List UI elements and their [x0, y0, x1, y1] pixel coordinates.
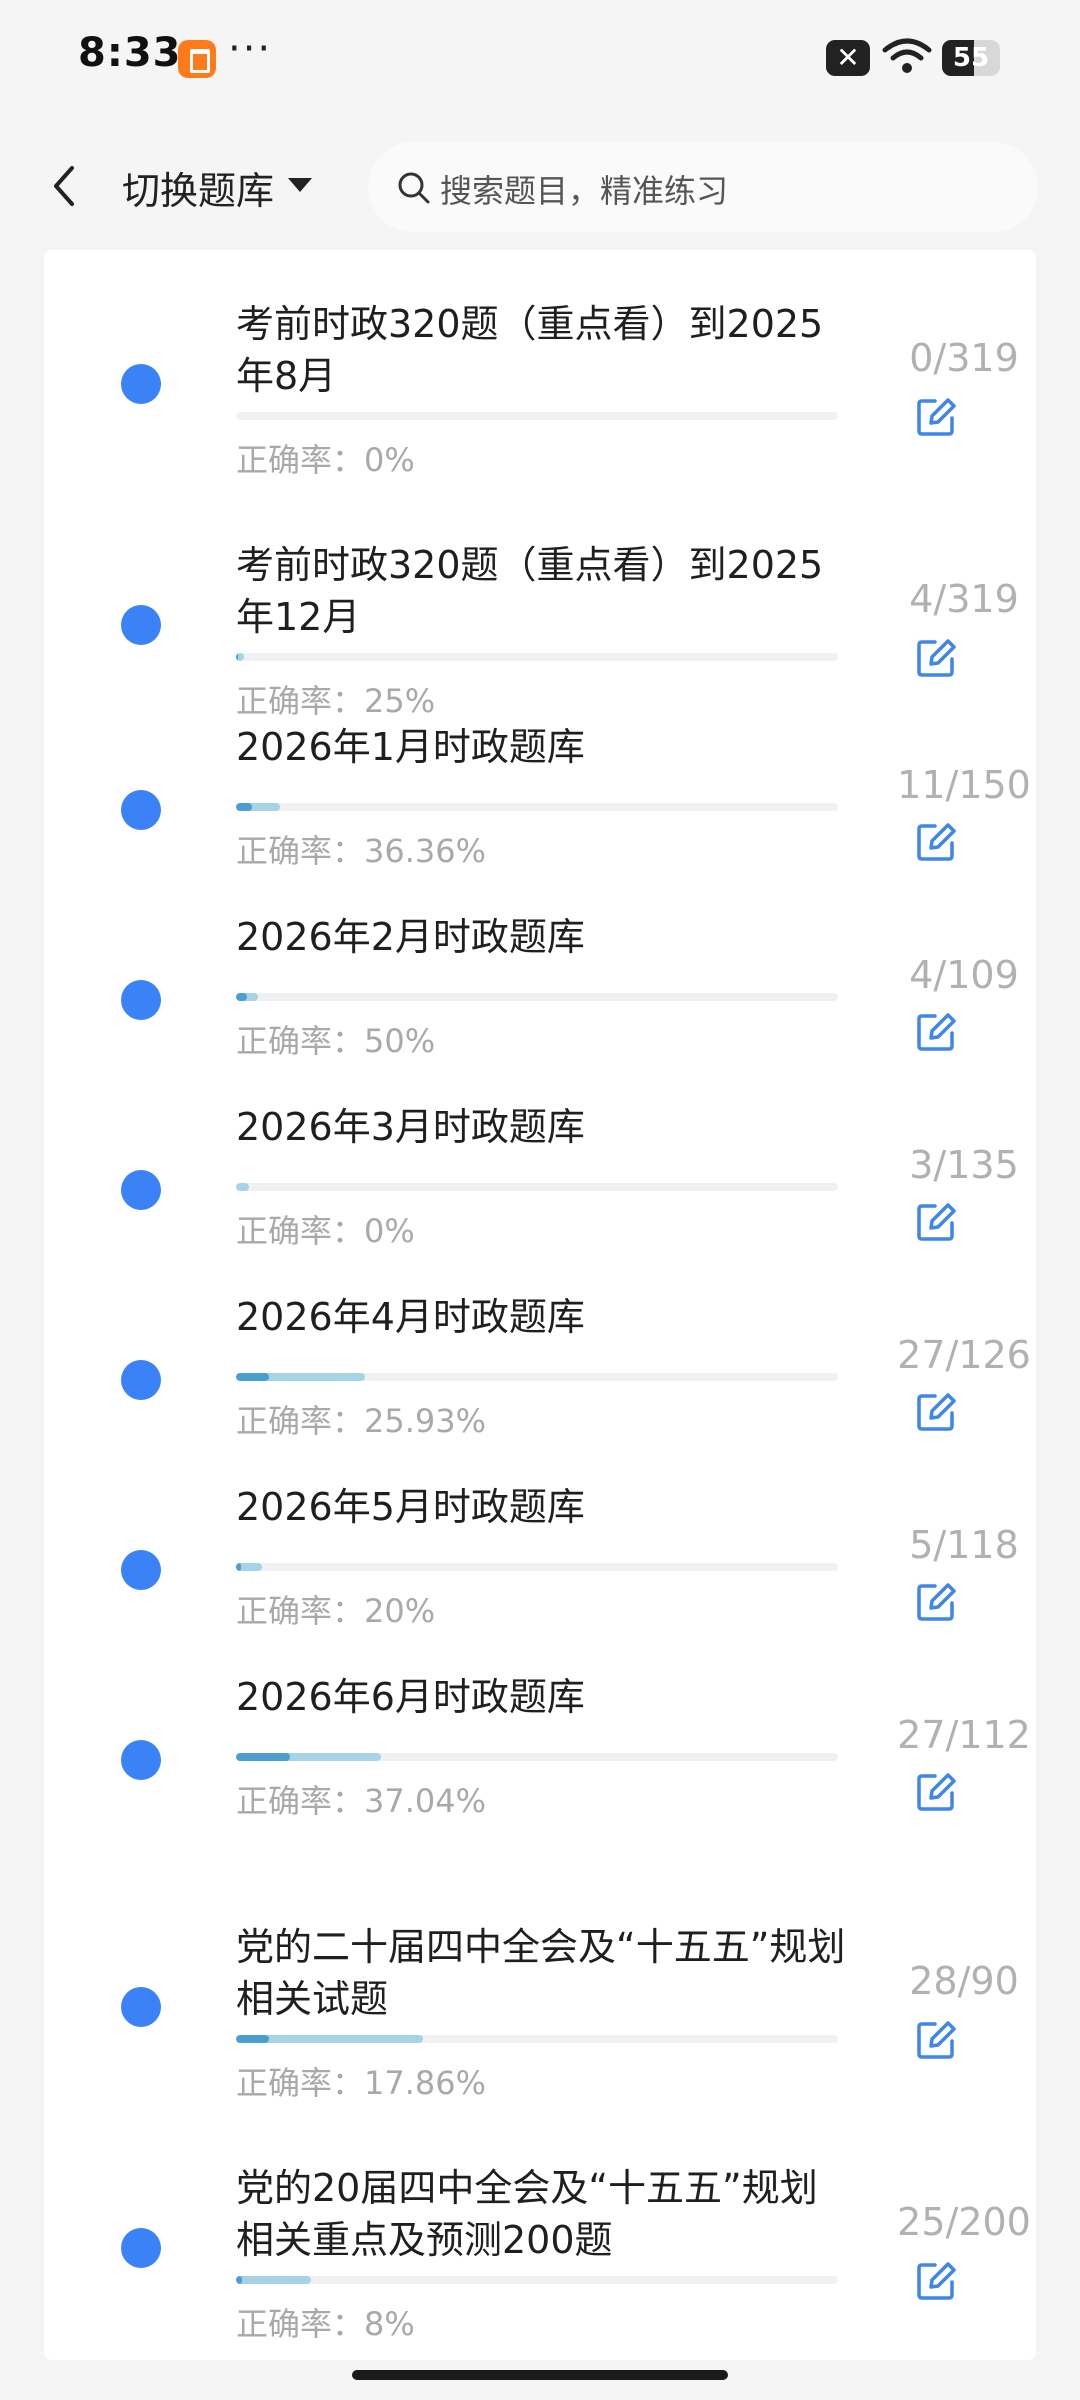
status-time: 8:33: [78, 30, 182, 76]
status-dot: [121, 605, 161, 645]
back-arrow-icon[interactable]: [42, 156, 90, 216]
accuracy-label: 正确率：25.93%: [236, 1402, 487, 1440]
progress-count: 3/135: [909, 1143, 1019, 1187]
status-dot: [121, 1987, 161, 2027]
status-dot: [121, 364, 161, 404]
status-dot: [121, 1170, 161, 1210]
accuracy-label: 正确率：37.04%: [236, 1782, 487, 1820]
battery-level: 55: [952, 43, 990, 73]
progress-count: 11/150: [897, 763, 1031, 807]
status-dot: [121, 1360, 161, 1400]
progress-bar: [236, 412, 838, 420]
edit-icon[interactable]: [915, 1201, 957, 1243]
progress-bar: [236, 2035, 838, 2043]
accuracy-label: 正确率：0%: [236, 1212, 415, 1250]
accuracy-label: 正确率：8%: [236, 2305, 415, 2343]
bank-name: 党的二十届四中全会及“十五五”规划相关试题: [236, 1925, 846, 2021]
progress-correct: [236, 653, 238, 661]
list-item[interactable]: 2026年1月时政题库正确率：36.36% 11/150: [44, 709, 1036, 899]
question-bank-list: 考前时政320题（重点看）到2025年8月 正确率：0% 0/319 考前时政320题…: [44, 250, 1036, 2360]
progress-bar: [236, 1563, 838, 1571]
status-dot: [121, 790, 161, 830]
progress-correct: [236, 1563, 242, 1571]
list-item[interactable]: 考前时政320题（重点看）到2025年8月正确率：0% 0/319: [44, 252, 1036, 493]
progress-bar: [236, 1753, 838, 1761]
wifi-icon: [882, 38, 932, 73]
progress-bar: [236, 1183, 838, 1191]
no-sim-icon: ✕: [826, 40, 870, 76]
accuracy-label: 正确率：20%: [236, 1592, 436, 1630]
list-item[interactable]: 2026年2月时政题库正确率：50% 4/109: [44, 899, 1036, 1089]
progress-count: 4/109: [909, 953, 1019, 997]
progress-correct: [236, 1373, 270, 1381]
status-dot: [121, 980, 161, 1020]
more-notifications-icon: ···: [228, 26, 273, 72]
progress-count: 28/90: [909, 1959, 1019, 2003]
edit-icon[interactable]: [915, 2019, 957, 2061]
status-dot: [121, 1550, 161, 1590]
edit-icon[interactable]: [915, 1771, 957, 1813]
status-bar: 8:33 ··· ✕ 55: [0, 0, 1080, 120]
list-item[interactable]: 2026年3月时政题库正确率：0% 3/135: [44, 1089, 1036, 1279]
accuracy-label: 正确率：17.86%: [236, 2064, 487, 2102]
accuracy-label: 正确率：0%: [236, 441, 415, 479]
list-item[interactable]: 党的二十届四中全会及“十五五”规划相关试题正确率：17.86% 28/90: [44, 1875, 1036, 2116]
edit-icon[interactable]: [915, 637, 957, 679]
edit-icon[interactable]: [915, 821, 957, 863]
search-icon: [398, 172, 430, 204]
edit-icon[interactable]: [915, 1581, 957, 1623]
progress-bar: [236, 2276, 838, 2284]
bank-name: 党的20届四中全会及“十五五”规划相关重点及预测200题: [236, 2166, 818, 2262]
bank-name: 2026年2月时政题库: [236, 915, 585, 959]
list-item[interactable]: 2026年6月时政题库正确率：37.04% 27/112: [44, 1659, 1036, 1849]
bank-name: 考前时政320题（重点看）到2025年12月: [236, 543, 824, 639]
progress-bar: [236, 803, 838, 811]
progress-bar: [236, 993, 838, 1001]
list-item[interactable]: 党的20届四中全会及“十五五”规划相关重点及预测200题正确率：8% 25/200: [44, 2116, 1036, 2357]
list-item[interactable]: 考前时政320题（重点看）到2025年12月 正确率：25% 4/319: [44, 493, 1036, 734]
progress-correct: [236, 993, 248, 1001]
top-bar: 切换题库 搜索题目，精准练习: [0, 120, 1080, 250]
progress-correct: [236, 803, 253, 811]
progress-count: 27/112: [897, 1713, 1031, 1757]
list-item[interactable]: 2026年5月时政题库正确率：20% 5/118: [44, 1469, 1036, 1659]
search-placeholder: 搜索题目，精准练习: [440, 172, 729, 210]
search-input[interactable]: 搜索题目，精准练习: [368, 142, 1038, 232]
bank-name: 2026年3月时政题库: [236, 1105, 585, 1149]
home-indicator[interactable]: [352, 2370, 728, 2380]
bank-name: 2026年6月时政题库: [236, 1675, 585, 1719]
progress-count: 0/319: [909, 336, 1019, 380]
progress-bar: [236, 653, 838, 661]
battery-icon: 55: [942, 40, 1000, 76]
status-dot: [121, 1740, 161, 1780]
bank-name: 2026年5月时政题库: [236, 1485, 585, 1529]
status-dot: [121, 2228, 161, 2268]
switch-bank-title[interactable]: 切换题库: [122, 160, 274, 215]
progress-count: 4/319: [909, 577, 1019, 621]
progress-bar: [236, 1373, 838, 1381]
shopping-app-icon: [178, 40, 216, 78]
bank-name: 考前时政320题（重点看）到2025年8月: [236, 302, 824, 398]
progress-correct: [236, 2035, 270, 2043]
accuracy-label: 正确率：50%: [236, 1022, 436, 1060]
progress-done: [236, 2276, 312, 2284]
edit-icon[interactable]: [915, 396, 957, 438]
edit-icon[interactable]: [915, 1011, 957, 1053]
accuracy-label: 正确率：36.36%: [236, 832, 487, 870]
caret-down-icon[interactable]: [288, 178, 312, 192]
progress-correct: [236, 1753, 290, 1761]
list-item[interactable]: 2026年4月时政题库正确率：25.93% 27/126: [44, 1279, 1036, 1469]
progress-done: [236, 1183, 250, 1191]
edit-icon[interactable]: [915, 1391, 957, 1433]
progress-count: 25/200: [897, 2200, 1031, 2244]
bank-name: 2026年4月时政题库: [236, 1295, 585, 1339]
progress-correct: [236, 2276, 243, 2284]
progress-count: 27/126: [897, 1333, 1031, 1377]
progress-count: 5/118: [909, 1523, 1019, 1567]
bank-name: 2026年1月时政题库: [236, 725, 585, 769]
edit-icon[interactable]: [915, 2260, 957, 2302]
